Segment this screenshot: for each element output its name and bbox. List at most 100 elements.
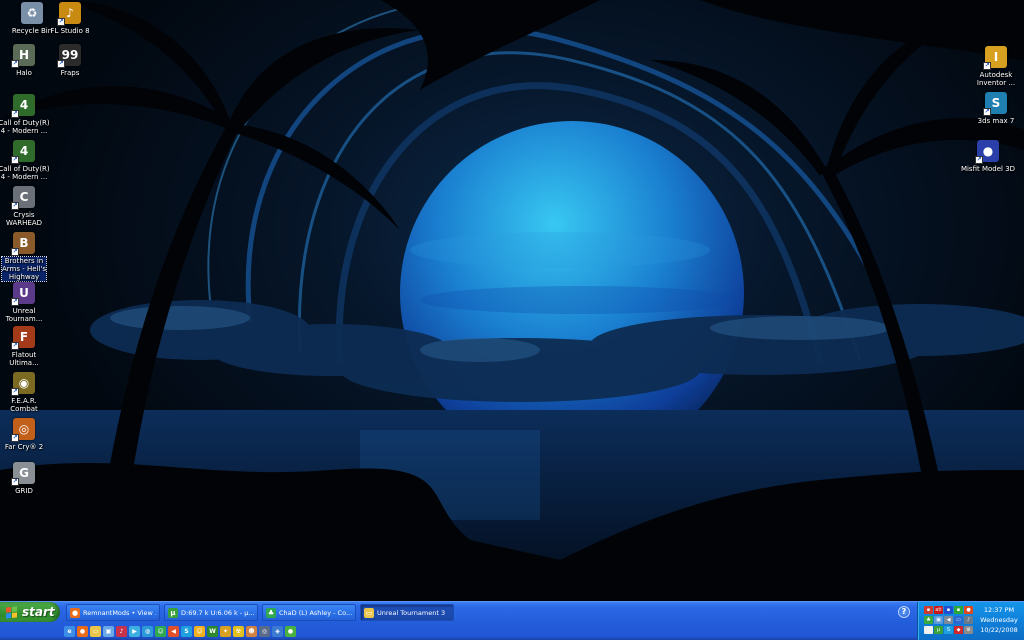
taskbar-buttons: ● RemnantMods • View ... µ D:69.7 k U:6.06 …	[66, 604, 454, 621]
flatout-icon: F ↗	[11, 326, 35, 350]
shortcut-arrow-icon: ↗	[11, 110, 19, 118]
shortcut-arrow-icon: ↗	[11, 202, 19, 210]
tray-chat-icon[interactable]: ◌	[924, 626, 933, 634]
desktop-shortcut-unreal-tournament[interactable]: U ↗ Unreal Tournam...	[0, 282, 56, 323]
music-icon[interactable]: ♪	[116, 626, 127, 637]
system-tray: ▪ ati ▪ ▪ ● ♣ ▣ ◀ ▭ ♪ ◌ µ S ◆ ⚙ 12:37 PM Wednesday 10/…	[917, 602, 1024, 640]
speaker-icon[interactable]: ◀	[168, 626, 179, 637]
desktop-shortcut-3ds-max[interactable]: S ↗ 3ds max 7	[964, 92, 1024, 125]
shortcut-arrow-icon: ↗	[57, 60, 65, 68]
desktop-shortcut-label: Autodesk Inventor ...	[976, 71, 1016, 87]
tray-volume-icon[interactable]: ◀	[944, 616, 953, 624]
fraps-icon: 99 ↗	[57, 44, 81, 68]
taskbar: start ● RemnantMods • View ... µ D:69.7 k U…	[0, 601, 1024, 640]
task-utorrent-button[interactable]: µ D:69.7 k U:6.06 k - µ...	[164, 604, 258, 621]
help-icon[interactable]: ?	[898, 606, 910, 618]
clock-date: 10/22/2008	[980, 626, 1018, 634]
cod4-icon-1: 4 ↗	[11, 94, 35, 118]
star-icon[interactable]: ✦	[220, 626, 231, 637]
winamp-icon[interactable]: W	[207, 626, 218, 637]
shortcut-arrow-icon: ↗	[983, 108, 991, 116]
task-unreal-tournament-icon: ▭	[364, 607, 374, 618]
start-button[interactable]: start	[0, 602, 60, 622]
tray-monitor-icon[interactable]: ▭	[954, 616, 963, 624]
desktop-shortcut-brothers-in-arms[interactable]: B ↗ Brothers in Arms - Hell's Highway	[0, 232, 56, 282]
shortcut-arrow-icon: ↗	[11, 156, 19, 164]
tray-msn-icon[interactable]: ♣	[924, 616, 933, 624]
desktop-shortcut-crysis[interactable]: C ↗ Crysis WARHEAD	[0, 186, 56, 227]
network-icon[interactable]: ◈	[272, 626, 283, 637]
desktop-shortcut-misfit-model[interactable]: ● ↗ Misfit Model 3D	[956, 140, 1020, 173]
tray-green-icon[interactable]: ▪	[954, 606, 963, 614]
desktop-shortcut-autodesk-inventor[interactable]: I ↗ Autodesk Inventor ...	[964, 46, 1024, 87]
desktop-shortcut-label: Fraps	[60, 69, 80, 77]
shortcut-arrow-icon: ↗	[11, 248, 19, 256]
autodesk-inventor-icon: I ↗	[983, 46, 1007, 70]
desktop-shortcut-label: Call of Duty(R) 4 - Modern ...	[0, 165, 50, 181]
tray-blue-icon[interactable]: ▪	[944, 606, 953, 614]
3ds-max-icon: S ↗	[983, 92, 1007, 116]
windows-flag-icon	[6, 605, 17, 619]
start-label: start	[22, 605, 55, 619]
tray-red-icon[interactable]: ●	[964, 606, 973, 614]
desktop-shortcut-far-cry[interactable]: ◎ ↗ Far Cry® 2	[0, 418, 56, 451]
taskbar-button-label: RemnantMods • View ...	[83, 608, 156, 617]
clock[interactable]: 12:37 PM Wednesday 10/22/2008	[977, 605, 1021, 635]
tray-speaker-icon[interactable]: ♪	[964, 616, 973, 624]
task-chat-button[interactable]: ♣ ChaD (L) Ashley - Co...	[262, 604, 356, 621]
taskbar-button-label: Unreal Tournament 3	[377, 608, 446, 617]
ie-icon[interactable]: e	[64, 626, 75, 637]
desktop-wallpaper	[0, 0, 1024, 601]
far-cry-icon: ◎ ↗	[11, 418, 35, 442]
desktop-shortcut-grid[interactable]: G ↗ GRID	[0, 462, 56, 495]
folder-icon[interactable]: ▭	[90, 626, 101, 637]
misfit-model-icon: ● ↗	[975, 140, 999, 164]
firefox-icon[interactable]: ●	[77, 626, 88, 637]
desktop-icon[interactable]: ▣	[103, 626, 114, 637]
desktop-shortcut-fl-studio[interactable]: ♪ ↗ FL Studio 8	[38, 2, 102, 35]
unreal-tournament-icon: U ↗	[11, 282, 35, 306]
shortcut-arrow-icon: ↗	[975, 156, 983, 164]
taskbar-button-label: D:69.7 k U:6.06 k - µ...	[181, 608, 254, 617]
disc-icon[interactable]: ◎	[259, 626, 270, 637]
task-remnantmods-button[interactable]: ● RemnantMods • View ...	[66, 604, 160, 621]
smiley-icon[interactable]: ☺	[194, 626, 205, 637]
shortcut-arrow-icon: ↗	[57, 18, 65, 26]
taskbar-button-label: ChaD (L) Ashley - Co...	[279, 608, 352, 617]
desktop-shortcut-label: 3ds max 7	[977, 117, 1015, 125]
desktop-shortcut-cod4[interactable]: 4 ↗ Call of Duty(R) 4 - Modern ...	[0, 94, 56, 135]
nuclear-icon[interactable]: ☢	[233, 626, 244, 637]
crysis-icon: C ↗	[11, 186, 35, 210]
tray-network-icon[interactable]: ▣	[934, 616, 943, 624]
shortcut-arrow-icon: ↗	[983, 62, 991, 70]
clock-day: Wednesday	[980, 616, 1018, 624]
tray-skype-icon[interactable]: S	[944, 626, 953, 634]
tray-flag-icon[interactable]: ▪	[924, 606, 933, 614]
desktop-shortcut-fraps[interactable]: 99 ↗ Fraps	[38, 44, 102, 77]
tray-gear-icon[interactable]: ⚙	[964, 626, 973, 634]
task-unreal-tournament-button[interactable]: ▭ Unreal Tournament 3	[360, 604, 454, 621]
desktop-shortcut-fear[interactable]: ◉ ↗ F.E.A.R. Combat	[0, 372, 56, 413]
globe-icon[interactable]: ◍	[142, 626, 153, 637]
desktop-shortcut-label: Call of Duty(R) 4 - Modern ...	[0, 119, 50, 135]
brothers-in-arms-icon: B ↗	[11, 232, 35, 256]
people-icon[interactable]: ☺	[155, 626, 166, 637]
shortcut-arrow-icon: ↗	[11, 342, 19, 350]
desktop-shortcut-label: FL Studio 8	[50, 27, 90, 35]
green-icon[interactable]: ●	[285, 626, 296, 637]
tray-ati-icon[interactable]: ati	[934, 606, 943, 614]
shortcut-arrow-icon: ↗	[11, 388, 19, 396]
desktop-shortcut-label: Halo	[16, 69, 32, 77]
clock-time: 12:37 PM	[983, 606, 1015, 614]
desktop-shortcut-label: F.E.A.R. Combat	[10, 397, 38, 413]
desktop-shortcut-cod4[interactable]: 4 ↗ Call of Duty(R) 4 - Modern ...	[0, 140, 56, 181]
tray-utorrent-icon[interactable]: µ	[934, 626, 943, 634]
desktop-shortcut-label: GRID	[15, 487, 33, 495]
desktop-shortcut-flatout[interactable]: F ↗ Flatout Ultima...	[0, 326, 56, 367]
cod4-icon-2: 4 ↗	[11, 140, 35, 164]
media-icon[interactable]: ▶	[129, 626, 140, 637]
face-icon[interactable]: ☻	[246, 626, 257, 637]
skype-icon[interactable]: S	[181, 626, 192, 637]
desktop-shortcut-label: Misfit Model 3D	[960, 165, 1016, 173]
tray-shield-icon[interactable]: ◆	[954, 626, 963, 634]
